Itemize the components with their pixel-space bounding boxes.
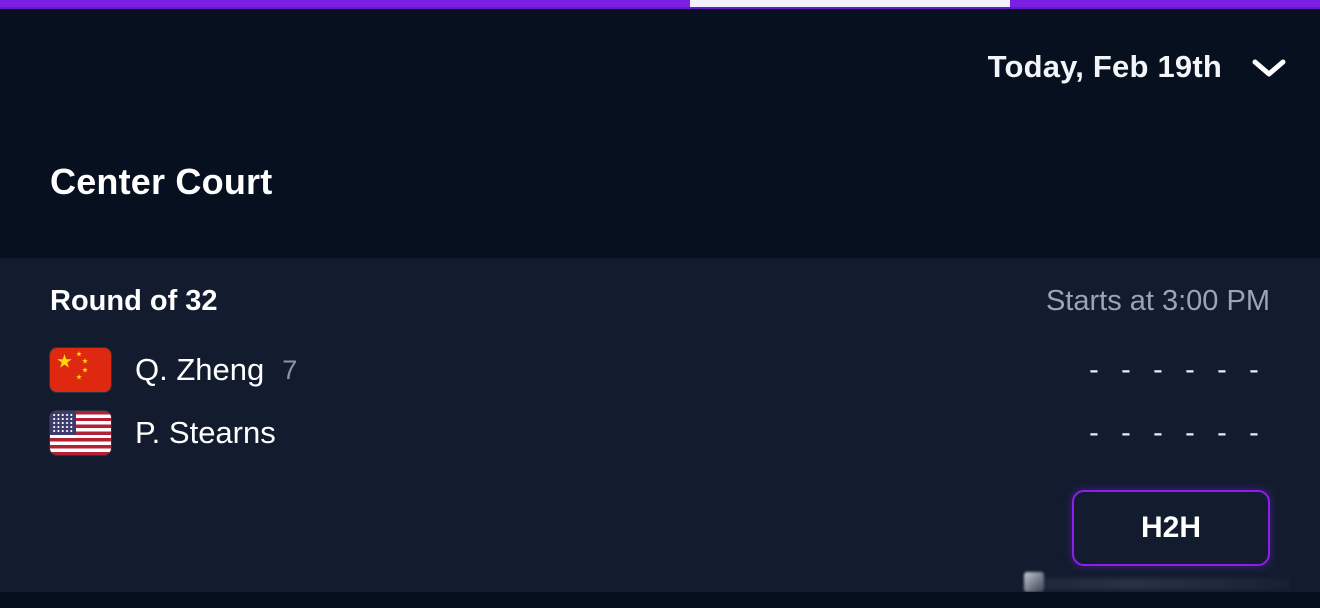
- date-label: Today, Feb 19th: [987, 49, 1222, 84]
- player-name: P. Stearns: [135, 415, 276, 450]
- player-seed: 7: [282, 354, 298, 385]
- score-cell: -: [1185, 354, 1195, 386]
- page-header: Today, Feb 19th Center Court: [0, 9, 1320, 258]
- score-cell: -: [1249, 417, 1259, 449]
- score-cell: -: [1217, 417, 1227, 449]
- match-card-header: Round of 32 Starts at 3:00 PM: [50, 285, 1270, 325]
- chevron-down-icon[interactable]: [1248, 54, 1290, 80]
- page-title: Center Court: [50, 161, 273, 202]
- score-cell: -: [1153, 354, 1163, 386]
- score-row: - - - - - -: [1078, 342, 1270, 398]
- match-schedule-screen: Today, Feb 19th Center Court Round of 32…: [0, 0, 1320, 608]
- score-cell: -: [1089, 354, 1099, 386]
- flag-china: [50, 348, 111, 392]
- score-cell: -: [1185, 417, 1195, 449]
- flag-usa: [50, 411, 111, 455]
- match-status: Starts at 3:00 PM: [1045, 285, 1270, 317]
- h2h-button[interactable]: H2H: [1072, 490, 1270, 566]
- score-cell: -: [1153, 417, 1163, 449]
- match-card[interactable]: Round of 32 Starts at 3:00 PM Q. Zheng 7…: [0, 258, 1320, 592]
- score-cell: -: [1121, 354, 1131, 386]
- loading-placeholder-row: [1040, 578, 1290, 590]
- score-cell: -: [1121, 417, 1131, 449]
- round-label: Round of 32: [50, 285, 218, 317]
- score-row: - - - - - -: [1078, 405, 1270, 461]
- score-cell: -: [1089, 417, 1099, 449]
- score-cell: -: [1249, 354, 1259, 386]
- score-cell: -: [1217, 354, 1227, 386]
- player-name: Q. Zheng: [135, 352, 265, 387]
- bottom-edge: [0, 592, 1320, 608]
- date-selector[interactable]: Today, Feb 19th: [988, 49, 1290, 85]
- loading-placeholder-block: [1024, 572, 1044, 592]
